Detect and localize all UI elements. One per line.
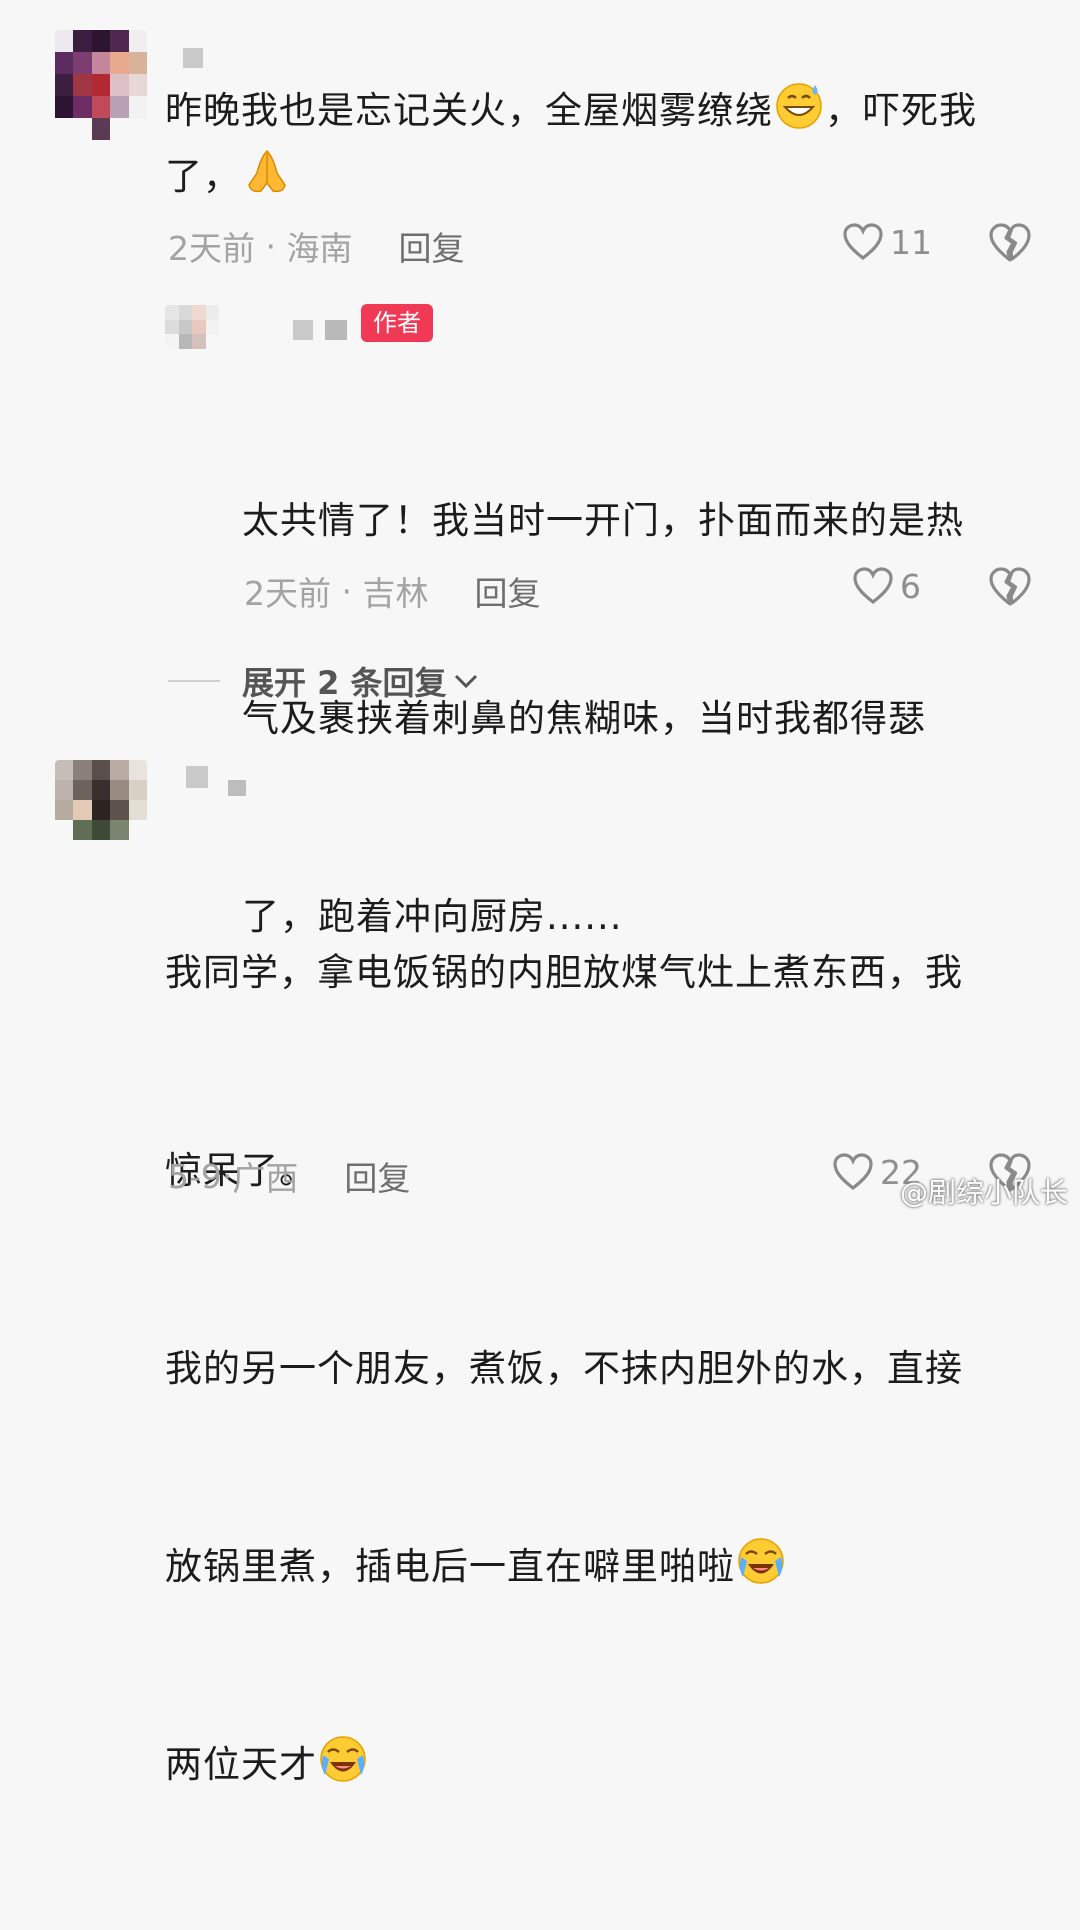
reply-button[interactable]: 回复 xyxy=(474,567,540,615)
loudly-crying-emoji xyxy=(738,1538,784,1584)
like-count: 6 xyxy=(900,566,921,606)
reply-avatar[interactable] xyxy=(165,305,219,349)
folded-hands-emoji xyxy=(248,149,286,193)
username[interactable] xyxy=(183,48,203,68)
loudly-crying-emoji xyxy=(320,1736,366,1782)
like-button[interactable]: 11 xyxy=(842,222,932,262)
reply-button[interactable]: 回复 xyxy=(398,222,464,270)
meta-dot: · xyxy=(221,1156,233,1196)
dislike-button[interactable] xyxy=(988,222,1032,268)
heart-outline-icon xyxy=(843,223,883,261)
reply-text-line: 太共情了！我当时一开门，扑面而来的是热 xyxy=(242,499,964,542)
comment-time: 5-9 xyxy=(168,1156,222,1196)
broken-heart-icon xyxy=(989,223,1031,262)
expand-replies-button[interactable]: 展开 2 条回复 xyxy=(168,658,481,704)
like-button[interactable]: 6 xyxy=(852,566,921,606)
dislike-button[interactable] xyxy=(988,566,1032,612)
comment-text: 我同学，拿电饭锅的内胆放煤气灶上煮东西，我 惊呆了。 我的另一个朋友，煮饭，不抹… xyxy=(165,808,1045,1930)
author-badge: 作者 xyxy=(361,304,433,342)
meta-dot: · xyxy=(331,571,363,611)
comment-meta: 2天前 · 海南 回复 xyxy=(168,222,464,270)
comment-meta: 5-9 · 广西 回复 xyxy=(168,1152,410,1200)
reply-button[interactable]: 回复 xyxy=(344,1152,410,1200)
comment-location: 广西 xyxy=(232,1159,299,1198)
comment-location: 海南 xyxy=(286,229,353,268)
heart-outline-icon xyxy=(853,567,893,605)
meta-dot: · xyxy=(255,226,287,266)
like-count: 11 xyxy=(890,222,932,262)
reply-username[interactable] xyxy=(293,320,347,340)
reply-meta: 2天前 · 吉林 回复 xyxy=(244,567,540,615)
comment-time: 2天前 xyxy=(168,229,255,268)
reply-time: 2天前 xyxy=(244,574,331,613)
reply-location: 吉林 xyxy=(362,574,429,613)
expand-label: 展开 2 条回复 xyxy=(242,664,447,702)
comment-text-line: 放锅里煮，插电后一直在噼里啪啦 xyxy=(165,1534,1045,1600)
heart-outline-icon xyxy=(833,1153,873,1191)
comment-text-line: 两位天才 xyxy=(165,1732,1045,1798)
comment-text-line: 我同学，拿电饭锅的内胆放煤气灶上煮东西，我 xyxy=(165,951,963,994)
avatar[interactable] xyxy=(55,30,147,140)
broken-heart-icon xyxy=(989,567,1031,606)
comment-text-line: 我的另一个朋友，煮饭，不抹内胆外的水，直接 xyxy=(165,1347,963,1390)
expand-divider xyxy=(168,680,220,682)
grinning-sweat-emoji xyxy=(776,83,822,129)
username[interactable] xyxy=(186,766,246,796)
watermark: @剧综小队长 xyxy=(899,1176,1068,1209)
avatar[interactable] xyxy=(55,760,147,840)
comment-text: 昨晚我也是忘记关火，全屋烟雾缭绕 ，吓死我 了， xyxy=(165,78,1045,210)
chevron-down-icon xyxy=(454,674,477,689)
